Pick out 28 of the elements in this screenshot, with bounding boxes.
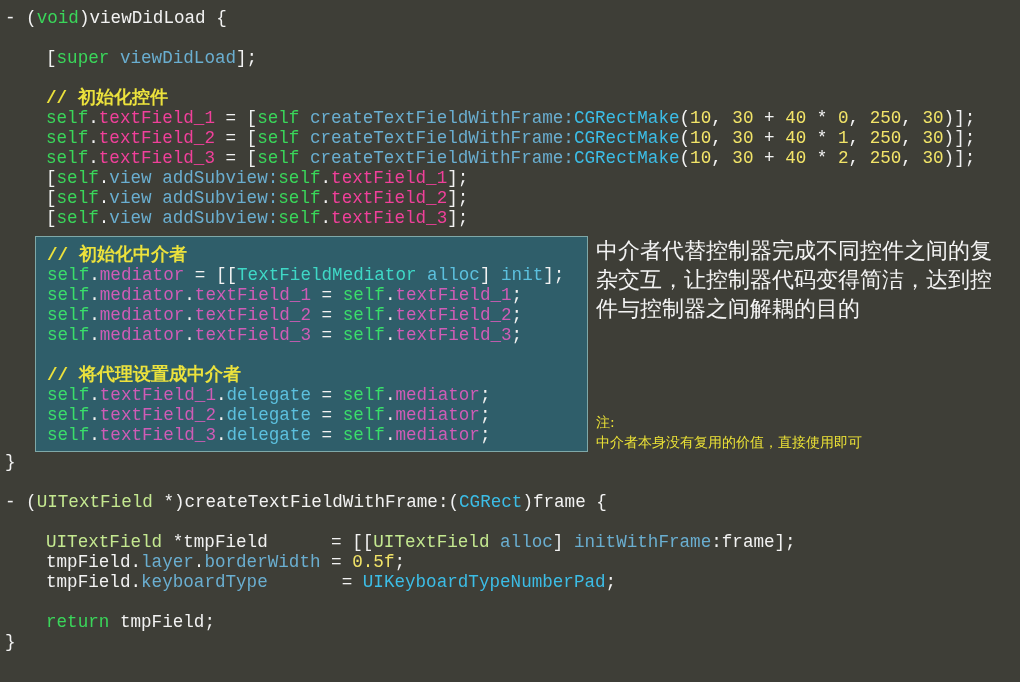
code-comment: // 初始化中介者 [47, 245, 187, 265]
code-line: self.mediator.textField_2 = self.textField_2; [47, 305, 523, 325]
code-line: [self.view addSubview:self.textField_1]; [46, 168, 469, 188]
note-text: 中介者本身没有复用的价值，直接使用即可 [596, 433, 863, 452]
closing-brace: } [5, 452, 16, 472]
code-line: - (UITextField *)createTextFieldWithFrame:(CGRect)frame { [5, 492, 607, 512]
code-line: tmpField.keyboardType = UIKeyboardTypeNumberPad; [46, 572, 617, 592]
code-line: [self.view addSubview:self.textField_2]; [46, 188, 469, 208]
code-line: self.textField_2 = [self createTextFieldWithFrame:CGRectMake(10, 30 + 40 * 1, 250, 30)]; [46, 128, 976, 148]
note-label: 注: [596, 413, 616, 432]
code-line: self.textField_2.delegate = self.mediator; [47, 405, 491, 425]
code-line: self.mediator.textField_1 = self.textField_1; [47, 285, 523, 305]
code-line: tmpField.layer.borderWidth = 0.5f; [46, 552, 405, 572]
code-line: self.mediator = [[TextFieldMediator alloc] init]; [47, 265, 565, 285]
code-line: self.textField_1 = [self createTextFieldWithFrame:CGRectMake(10, 30 + 40 * 0, 250, 30)]; [46, 108, 976, 128]
code-line: [self.view addSubview:self.textField_3]; [46, 208, 469, 228]
closing-brace: } [5, 632, 16, 652]
code-line: self.textField_3.delegate = self.mediator; [47, 425, 491, 445]
code-comment: // 初始化控件 [46, 88, 168, 108]
code-line: return tmpField; [46, 612, 215, 632]
code-line: self.mediator.textField_3 = self.textField_3; [47, 325, 523, 345]
code-line: UITextField *tmpField = [[UITextField alloc] initWithFrame:frame]; [46, 532, 796, 552]
code-comment: // 将代理设置成中介者 [47, 365, 241, 385]
code-line: [super viewDidLoad]; [46, 48, 258, 68]
code-line: - (void)viewDidLoad { [5, 8, 227, 28]
annotation-text: 中介者代替控制器完成不同控件之间的复杂交互，让控制器代码变得简洁，达到控件与控制器之间解耦的目的 [596, 237, 993, 323]
code-line: self.textField_1.delegate = self.mediator; [47, 385, 491, 405]
code-line: self.textField_3 = [self createTextFieldWithFrame:CGRectMake(10, 30 + 40 * 2, 250, 30)]; [46, 148, 976, 168]
